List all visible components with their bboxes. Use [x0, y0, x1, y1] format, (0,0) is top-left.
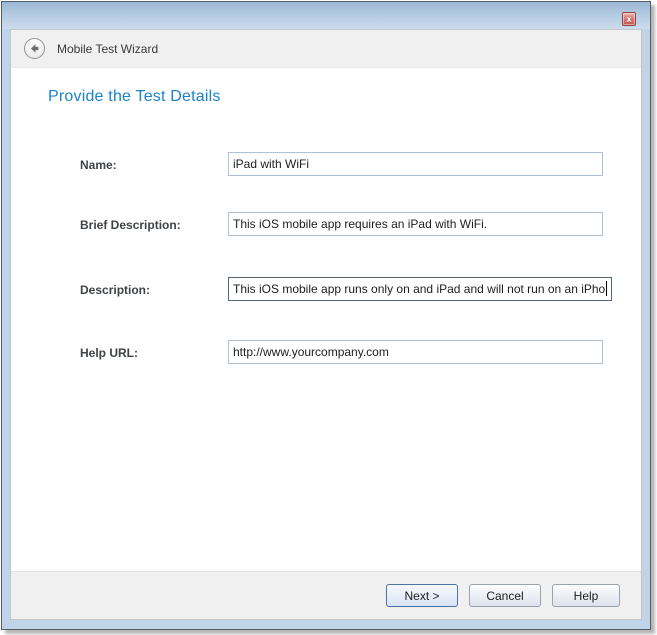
back-arrow-icon [28, 42, 41, 55]
page-title: Provide the Test Details [48, 88, 221, 106]
wizard-header: Mobile Test Wizard [11, 30, 641, 68]
wizard-footer: Next > Cancel Help [11, 571, 641, 619]
back-button[interactable] [24, 38, 45, 59]
cancel-button[interactable]: Cancel [469, 584, 541, 607]
wizard-title: Mobile Test Wizard [57, 42, 158, 56]
description-label: Description: [80, 277, 225, 301]
screen: x Mobile Test Wizard Provide the Test [0, 0, 657, 635]
mobile-test-wizard-window: x Mobile Test Wizard Provide the Test [1, 1, 651, 630]
name-input[interactable] [228, 152, 603, 176]
text-caret [606, 281, 607, 296]
help-button[interactable]: Help [552, 584, 620, 607]
description-input-wrapper [228, 277, 612, 301]
wizard-content: Provide the Test Details Name: Brief Des… [11, 68, 641, 571]
next-button[interactable]: Next > [386, 584, 458, 607]
brief-description-label: Brief Description: [80, 212, 225, 236]
close-button[interactable]: x [622, 12, 636, 26]
window-frame: Mobile Test Wizard Provide the Test Deta… [2, 29, 650, 629]
name-label: Name: [80, 152, 225, 176]
window-titlebar: x [2, 2, 650, 29]
brief-description-input[interactable] [228, 212, 603, 236]
help-url-label: Help URL: [80, 340, 225, 364]
wizard-panel: Mobile Test Wizard Provide the Test Deta… [10, 29, 642, 620]
description-input[interactable] [228, 277, 612, 301]
help-url-input[interactable] [228, 340, 603, 364]
